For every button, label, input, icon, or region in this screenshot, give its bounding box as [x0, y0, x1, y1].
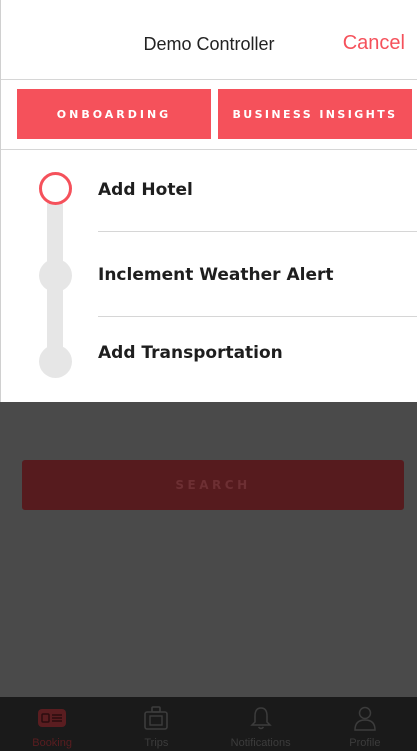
tab-label: Profile	[349, 737, 381, 749]
tab-notifications[interactable]: Notifications	[209, 697, 313, 751]
tab-trips[interactable]: Trips	[104, 697, 208, 751]
tab-label: Booking	[32, 737, 72, 749]
step-list: Add Hotel Inclement Weather Alert Add Tr…	[1, 150, 417, 401]
person-icon	[353, 703, 377, 733]
sheet-header: Demo Controller Cancel	[1, 0, 417, 80]
booking-icon	[37, 703, 67, 733]
onboarding-button[interactable]: ONBOARDING	[17, 89, 211, 139]
tab-label: Notifications	[230, 737, 291, 749]
cancel-button[interactable]: Cancel	[343, 32, 405, 55]
tab-label: Trips	[144, 737, 169, 749]
divider	[98, 316, 417, 317]
business-insights-button[interactable]: BUSINESS INSIGHTS	[218, 89, 412, 139]
bell-icon	[249, 703, 273, 733]
divider	[98, 231, 417, 232]
step-node	[39, 345, 72, 378]
suitcase-icon	[142, 703, 170, 733]
step-add-hotel[interactable]: Add Hotel	[98, 180, 193, 200]
step-node	[39, 259, 72, 292]
tab-profile[interactable]: Profile	[313, 697, 417, 751]
tab-bar: Booking Trips Notifications Profile	[0, 697, 417, 751]
search-button[interactable]: SEARCH	[22, 460, 404, 510]
step-node-active	[39, 172, 72, 205]
tab-booking[interactable]: Booking	[0, 697, 104, 751]
segment-control: ONBOARDING BUSINESS INSIGHTS	[1, 80, 417, 150]
step-add-transportation[interactable]: Add Transportation	[98, 343, 283, 363]
step-inclement-weather-alert[interactable]: Inclement Weather Alert	[98, 265, 334, 285]
demo-controller-sheet: Demo Controller Cancel ONBOARDING BUSINE…	[0, 0, 417, 402]
